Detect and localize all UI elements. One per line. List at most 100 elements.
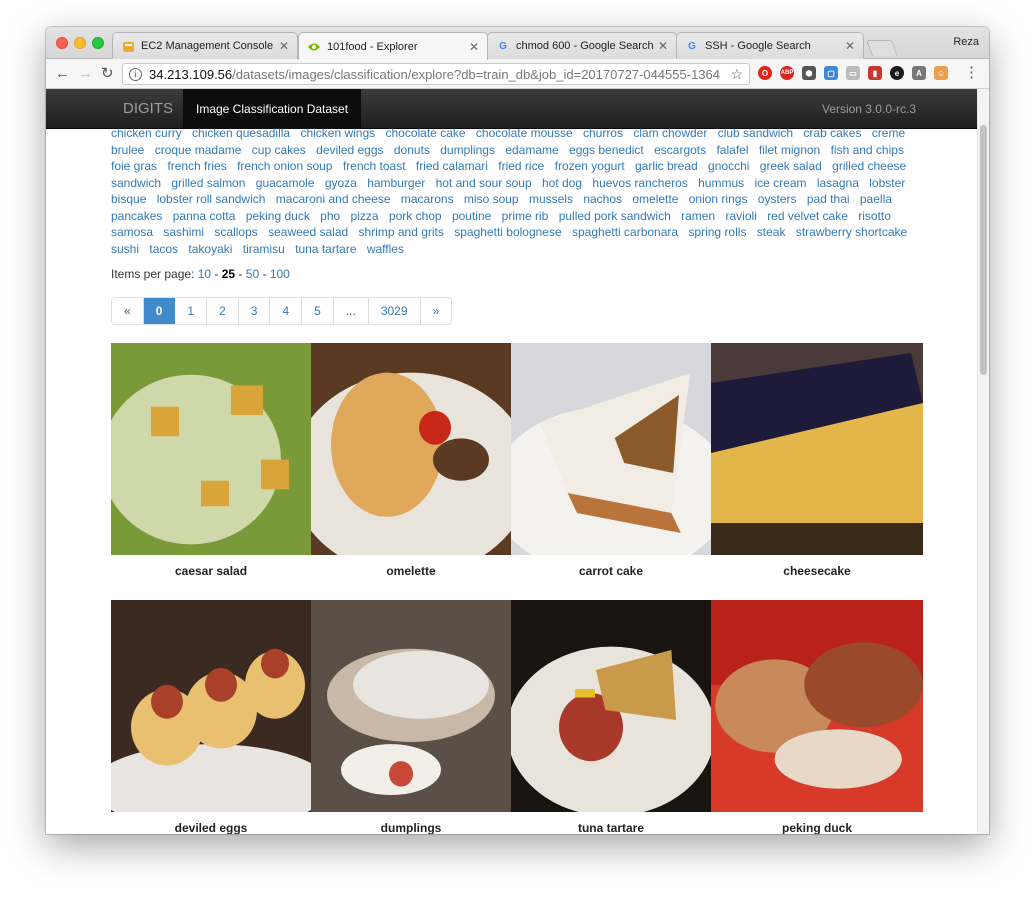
prev-page-button[interactable]: « xyxy=(112,298,144,324)
image-card[interactable]: deviled eggs xyxy=(111,600,311,834)
category-link[interactable]: french fries xyxy=(167,159,226,173)
evernote-extension-icon[interactable]: e xyxy=(890,66,904,80)
category-link[interactable]: onion rings xyxy=(689,192,748,206)
category-link[interactable]: pork chop xyxy=(389,209,442,223)
close-tab-icon[interactable]: ✕ xyxy=(279,39,289,53)
forward-arrow-icon[interactable]: → xyxy=(78,65,93,83)
category-link[interactable]: pizza xyxy=(351,209,379,223)
category-link[interactable]: donuts xyxy=(394,143,430,157)
hexagon-extension-icon[interactable]: ⬢ xyxy=(802,66,816,80)
category-link[interactable]: gyoza xyxy=(325,176,357,190)
category-link[interactable]: pho xyxy=(320,209,340,223)
angular-extension-icon[interactable]: A xyxy=(912,66,926,80)
menu-dots-icon[interactable]: ⋮ xyxy=(964,64,979,82)
category-link[interactable]: club sandwich xyxy=(718,126,793,140)
category-link[interactable]: ramen xyxy=(681,209,715,223)
page-button[interactable]: 2 xyxy=(207,298,239,324)
category-link[interactable]: fish and chips xyxy=(831,143,904,157)
category-link[interactable]: hot and sour soup xyxy=(436,176,532,190)
page-button[interactable]: 1 xyxy=(175,298,208,324)
category-link[interactable]: filet mignon xyxy=(759,143,820,157)
category-link[interactable]: macarons xyxy=(401,192,454,206)
category-link[interactable]: ravioli xyxy=(725,209,756,223)
category-link[interactable]: spaghetti bolognese xyxy=(454,225,561,239)
page-button[interactable]: 4 xyxy=(270,298,303,324)
close-tab-icon[interactable]: ✕ xyxy=(845,39,855,53)
food-image[interactable] xyxy=(311,600,511,812)
next-page-button[interactable]: » xyxy=(420,298,452,324)
page-button[interactable]: 0 xyxy=(143,298,176,324)
category-link[interactable]: crab cakes xyxy=(803,126,861,140)
image-card[interactable]: cheesecake xyxy=(711,343,923,578)
category-link[interactable]: fried calamari xyxy=(416,159,488,173)
category-link[interactable]: sashimi xyxy=(163,225,204,239)
image-card[interactable]: dumplings xyxy=(311,600,511,834)
tab-chmod-search[interactable]: G chmod 600 - Google Search ✕ xyxy=(487,32,677,59)
category-link[interactable]: red velvet cake xyxy=(767,209,848,223)
category-link[interactable]: miso soup xyxy=(464,192,519,206)
category-link[interactable]: chicken quesadilla xyxy=(192,126,290,140)
category-link[interactable]: takoyaki xyxy=(188,242,232,256)
category-link[interactable]: cup cakes xyxy=(252,143,306,157)
image-card[interactable]: tuna tartare xyxy=(511,600,711,834)
food-image[interactable] xyxy=(111,600,311,812)
food-image[interactable] xyxy=(511,343,711,555)
category-link[interactable]: croque madame xyxy=(155,143,242,157)
category-link[interactable]: strawberry shortcake xyxy=(796,225,907,239)
category-link[interactable]: edamame xyxy=(505,143,558,157)
category-link[interactable]: frozen yogurt xyxy=(555,159,625,173)
category-link[interactable]: panna cotta xyxy=(173,209,236,223)
page-button[interactable]: 3 xyxy=(238,298,271,324)
opera-extension-icon[interactable]: O xyxy=(758,66,772,80)
red-book-extension-icon[interactable]: ▮ xyxy=(868,66,882,80)
image-card[interactable]: carrot cake xyxy=(511,343,711,578)
category-link[interactable]: deviled eggs xyxy=(316,143,383,157)
category-link[interactable]: sushi xyxy=(111,242,139,256)
category-link[interactable]: spaghetti carbonara xyxy=(572,225,678,239)
category-link[interactable]: steak xyxy=(757,225,786,239)
page-button[interactable]: 3029 xyxy=(368,298,421,324)
category-link[interactable]: pad thai xyxy=(807,192,850,206)
category-link[interactable]: tuna tartare xyxy=(295,242,356,256)
bookmark-star-icon[interactable]: ☆ xyxy=(730,66,743,83)
category-link[interactable]: chicken curry xyxy=(111,126,182,140)
tab-ec2[interactable]: EC2 Management Console ✕ xyxy=(112,32,298,59)
category-link[interactable]: garlic bread xyxy=(635,159,698,173)
category-link[interactable]: gnocchi xyxy=(708,159,749,173)
category-link[interactable]: paella xyxy=(860,192,892,206)
category-link[interactable]: lasagna xyxy=(817,176,859,190)
category-link[interactable]: chicken wings xyxy=(300,126,375,140)
address-bar[interactable]: i 34.213.109.56/datasets/images/classifi… xyxy=(122,63,750,85)
info-icon[interactable]: i xyxy=(129,67,142,81)
reload-icon[interactable]: ↻ xyxy=(101,65,114,83)
category-link[interactable]: prime rib xyxy=(502,209,549,223)
category-link[interactable]: huevos rancheros xyxy=(592,176,687,190)
image-card[interactable]: omelette xyxy=(311,343,511,578)
category-link[interactable]: nachos xyxy=(583,192,622,206)
category-link[interactable]: tacos xyxy=(149,242,178,256)
close-tab-icon[interactable]: ✕ xyxy=(658,39,668,53)
items-per-page-option[interactable]: 100 xyxy=(270,267,290,281)
new-tab-button[interactable] xyxy=(866,40,898,56)
tab-ssh-search[interactable]: G SSH - Google Search ✕ xyxy=(676,32,864,59)
category-link[interactable]: greek salad xyxy=(760,159,822,173)
category-link[interactable]: hot dog xyxy=(542,176,582,190)
category-link[interactable]: chocolate mousse xyxy=(476,126,573,140)
profile-name[interactable]: Reza xyxy=(953,36,979,48)
items-per-page-option[interactable]: 50 xyxy=(246,267,259,281)
category-link[interactable]: fried rice xyxy=(498,159,544,173)
category-link[interactable]: ice cream xyxy=(754,176,806,190)
food-image[interactable] xyxy=(711,600,923,812)
screen-extension-icon[interactable]: ▢ xyxy=(824,66,838,80)
category-link[interactable]: dumplings xyxy=(440,143,495,157)
category-link[interactable]: eggs benedict xyxy=(569,143,644,157)
category-link[interactable]: risotto xyxy=(858,209,891,223)
digits-brand[interactable]: DIGITS xyxy=(123,100,173,117)
category-link[interactable]: mussels xyxy=(529,192,573,206)
food-image[interactable] xyxy=(511,600,711,812)
category-link[interactable]: macaroni and cheese xyxy=(276,192,391,206)
category-link[interactable]: falafel xyxy=(716,143,748,157)
category-link[interactable]: hamburger xyxy=(367,176,425,190)
category-link[interactable]: peking duck xyxy=(246,209,310,223)
category-link[interactable]: hummus xyxy=(698,176,744,190)
